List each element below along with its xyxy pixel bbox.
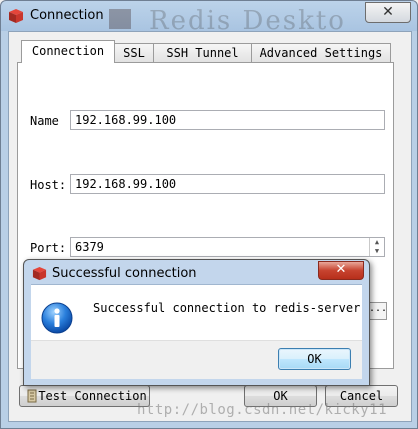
- name-input[interactable]: 192.168.99.100: [70, 110, 385, 130]
- port-value: 6379: [75, 240, 104, 254]
- tab-ssh-tunnel[interactable]: SSH Tunnel: [153, 43, 252, 62]
- dialog-footer: OK: [31, 340, 362, 379]
- tab-ssl[interactable]: SSL: [114, 43, 154, 62]
- test-connection-button[interactable]: Test Connection: [19, 385, 150, 407]
- dialog-title: Successful connection: [52, 266, 197, 281]
- info-icon: [41, 302, 73, 334]
- close-icon: ✕: [335, 262, 347, 277]
- window-title: Connection: [30, 8, 104, 23]
- watermark-text: http://blog.csdn.net/kicky11: [137, 402, 388, 418]
- tab-connection[interactable]: Connection: [21, 40, 115, 63]
- dialog-close-button[interactable]: ✕: [318, 261, 364, 280]
- dialog-body: Successful connection to redis-server: [31, 284, 362, 341]
- success-dialog: Successful connection ✕ Successful conne…: [23, 259, 370, 386]
- port-spinbox[interactable]: 6379 ▲ ▼: [70, 237, 385, 257]
- title-bar[interactable]: Connection Redis Deskto ✕: [1, 1, 417, 36]
- redis-logo-icon: [9, 9, 23, 23]
- port-label: Port:: [30, 241, 67, 255]
- connection-test-icon: [27, 389, 37, 403]
- chevron-up-icon[interactable]: ▲: [370, 238, 384, 247]
- redis-logo-icon: [32, 266, 47, 281]
- background-app-icon: [109, 9, 131, 29]
- dialog-ok-button[interactable]: OK: [278, 348, 351, 370]
- browse-button[interactable]: ...: [368, 302, 387, 320]
- dialog-message: Successful connection to redis-server: [93, 301, 361, 315]
- chevron-down-icon[interactable]: ▼: [370, 247, 384, 256]
- host-input[interactable]: 192.168.99.100: [70, 174, 385, 194]
- port-stepper[interactable]: ▲ ▼: [369, 238, 384, 256]
- tab-advanced-settings[interactable]: Advanced Settings: [251, 43, 391, 62]
- test-connection-label: Test Connection: [38, 389, 147, 403]
- close-icon: ✕: [382, 4, 394, 20]
- window-close-button[interactable]: ✕: [365, 2, 411, 23]
- host-label: Host:: [30, 178, 67, 192]
- name-label: Name: [30, 114, 59, 128]
